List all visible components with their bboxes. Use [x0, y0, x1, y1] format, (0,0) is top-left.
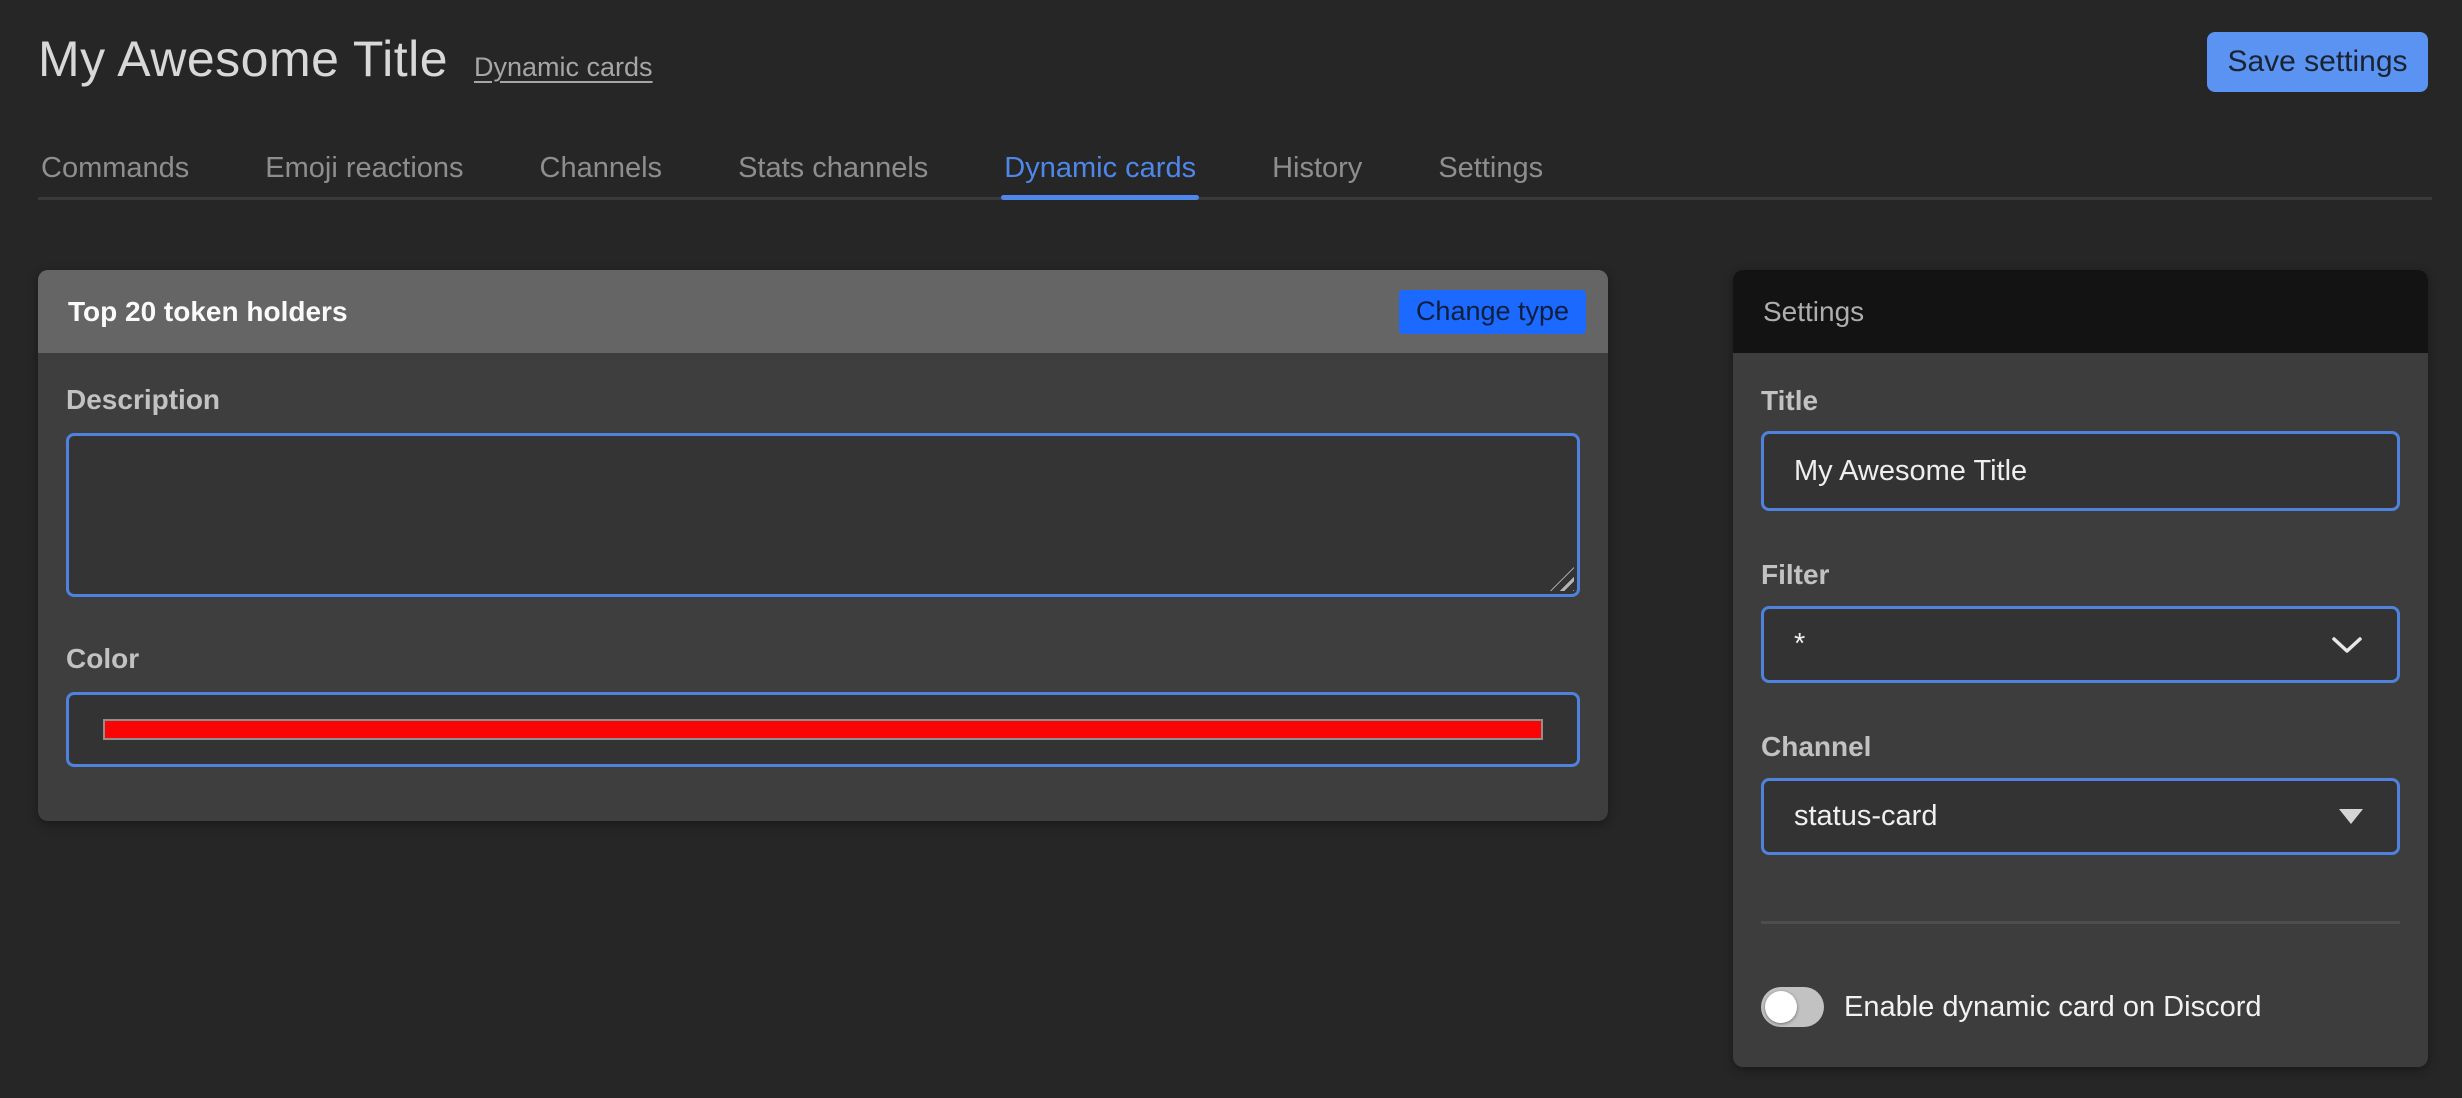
tab-stats-channels[interactable]: Stats channels — [735, 142, 931, 197]
channel-select[interactable]: status-card — [1761, 778, 2400, 855]
filter-select[interactable]: * — [1761, 606, 2400, 683]
tab-emoji-reactions[interactable]: Emoji reactions — [262, 142, 466, 197]
description-field-wrap — [66, 433, 1580, 597]
enable-dynamic-card-toggle[interactable] — [1761, 987, 1824, 1027]
title-label: Title — [1761, 385, 2400, 417]
dynamic-card-editor: Top 20 token holders Change type Descrip… — [38, 270, 1608, 821]
filter-label: Filter — [1761, 559, 2400, 591]
description-textarea[interactable] — [66, 433, 1580, 597]
caret-down-icon — [2339, 809, 2363, 824]
channel-select-value: status-card — [1794, 800, 1937, 833]
title-row: My Awesome Title Dynamic cards — [38, 30, 653, 88]
divider — [1761, 921, 2400, 924]
settings-panel-title: Settings — [1763, 296, 1864, 328]
color-input[interactable] — [66, 692, 1580, 767]
settings-panel: Settings Title Filter * Channel status-c… — [1733, 270, 2428, 1067]
save-settings-button[interactable]: Save settings — [2207, 32, 2428, 92]
settings-panel-body: Title Filter * Channel status-card Enabl… — [1733, 385, 2428, 1027]
card-title: Top 20 token holders — [68, 296, 348, 328]
change-type-button[interactable]: Change type — [1399, 290, 1586, 334]
page-title: My Awesome Title — [38, 30, 448, 88]
color-swatch — [103, 719, 1543, 740]
card-body: Description Color — [38, 384, 1608, 767]
toggle-knob — [1765, 991, 1797, 1023]
tab-channels[interactable]: Channels — [537, 142, 666, 197]
page-header: My Awesome Title Dynamic cards Save sett… — [38, 0, 2428, 115]
tab-history[interactable]: History — [1269, 142, 1365, 197]
tab-dynamic-cards[interactable]: Dynamic cards — [1001, 142, 1199, 197]
settings-panel-header: Settings — [1733, 270, 2428, 353]
description-label: Description — [66, 384, 1580, 416]
toggle-label: Enable dynamic card on Discord — [1844, 991, 2261, 1024]
tab-settings[interactable]: Settings — [1435, 142, 1546, 197]
toggle-row: Enable dynamic card on Discord — [1761, 987, 2400, 1027]
title-input[interactable] — [1761, 431, 2400, 511]
chevron-down-icon — [2331, 635, 2363, 655]
channel-label: Channel — [1761, 731, 2400, 763]
tab-commands[interactable]: Commands — [38, 142, 192, 197]
tab-bar: Commands Emoji reactions Channels Stats … — [38, 142, 2432, 200]
filter-select-value: * — [1794, 628, 1805, 661]
dynamic-cards-breadcrumb-link[interactable]: Dynamic cards — [474, 52, 653, 83]
color-label: Color — [66, 643, 1580, 675]
card-header: Top 20 token holders Change type — [38, 270, 1608, 353]
